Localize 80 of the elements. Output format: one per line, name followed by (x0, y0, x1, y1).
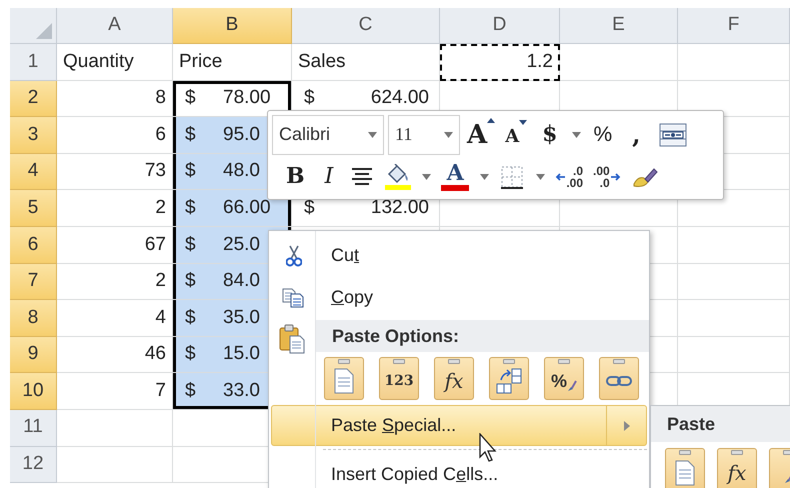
table-cell: 8 (57, 80, 173, 118)
column-header[interactable]: E (560, 8, 678, 44)
section-heading: Paste (651, 406, 790, 442)
column-header[interactable]: A (57, 8, 173, 44)
row-header[interactable]: 11 (10, 410, 57, 447)
triangle-icon (36, 23, 52, 39)
table-cell: 4 (57, 300, 173, 337)
document-icon (675, 460, 695, 486)
brush-icon (567, 380, 577, 392)
paste-option-button[interactable] (665, 448, 705, 488)
section-heading: Paste Options: (315, 320, 649, 352)
column-header[interactable]: C (292, 8, 440, 44)
clipboard-icon (279, 324, 305, 354)
scissors-icon (286, 244, 302, 266)
table-cell: 6 (57, 117, 173, 154)
table-cell: Price (173, 44, 292, 81)
row-header[interactable]: 1 (10, 44, 57, 81)
paste-option-button[interactable] (599, 356, 639, 400)
paste-option-button[interactable]: % (544, 356, 584, 400)
column-header[interactable]: B (173, 8, 292, 44)
percent-button[interactable]: % (587, 118, 618, 152)
copy-icon (282, 288, 306, 308)
caret-icon (536, 174, 545, 180)
table-cell: Quantity (57, 44, 173, 81)
caret-icon (368, 132, 377, 138)
mouse-pointer-icon (479, 433, 499, 463)
link-icon (606, 374, 632, 388)
currency-button[interactable]: $ (534, 118, 566, 152)
table-cell: 1.2 (440, 44, 560, 81)
triangle-down-icon (519, 120, 528, 125)
menu-item[interactable]: Insert Copied Cells... (271, 454, 647, 488)
row-header[interactable]: 6 (10, 226, 57, 264)
caret-icon (422, 174, 431, 180)
table-cell: Sales (292, 44, 440, 81)
table-cell: 67 (57, 226, 173, 264)
row-header[interactable]: 10 (10, 373, 57, 410)
caret-icon (480, 174, 489, 180)
document-icon (334, 368, 354, 394)
row-header[interactable]: 3 (10, 117, 57, 154)
paint-bucket-icon (386, 164, 410, 184)
decrease-decimal-button[interactable]: .00 .0 (591, 160, 623, 194)
comma-button[interactable]: , (622, 118, 651, 152)
transpose-icon (495, 367, 523, 395)
caret-icon (444, 132, 453, 138)
shrink-font-button[interactable]: A (502, 118, 530, 152)
font-size-field[interactable]: 11 (388, 114, 460, 155)
table-cell: $ 66.00 (173, 190, 292, 227)
row-header[interactable]: 12 (10, 446, 57, 484)
paste-option-button[interactable]: fx (434, 356, 474, 400)
row-header[interactable]: 9 (10, 336, 57, 374)
table-cell: 73 (57, 154, 173, 190)
arrow-right-icon (610, 172, 621, 181)
align-center-icon (351, 166, 374, 187)
triangle-up-icon (487, 118, 496, 123)
row-header[interactable]: 5 (10, 190, 57, 227)
table-cell: 7 (57, 373, 173, 410)
table-cell: $ 78.00 (173, 80, 292, 118)
submenu-arrow-icon (624, 420, 630, 430)
table-cell: 2 (57, 190, 173, 227)
table-cell: 46 (57, 336, 173, 374)
paste-option-button[interactable]: 123 (379, 356, 419, 400)
table-cell: 2 (57, 264, 173, 300)
paste-option-button[interactable]: fx (717, 448, 757, 488)
paste-option-button[interactable] (489, 356, 529, 400)
column-header[interactable]: D (440, 8, 560, 44)
grow-font-button[interactable]: A (464, 118, 498, 152)
arrow-left-icon (555, 172, 566, 181)
menu-item[interactable]: Paste Special... (271, 405, 647, 446)
merge-cells-icon (658, 122, 687, 147)
caret-icon (572, 132, 581, 138)
font-color-button[interactable]: A (439, 160, 472, 194)
font-name-field[interactable]: Calibri (272, 114, 384, 155)
row-header[interactable]: 8 (10, 300, 57, 337)
row-header[interactable]: 2 (10, 80, 57, 118)
row-header[interactable]: 4 (10, 154, 57, 190)
increase-decimal-button[interactable]: .0 .00 (553, 160, 585, 194)
column-header[interactable]: F (678, 8, 790, 44)
paste-option-button[interactable] (324, 356, 364, 400)
row-header[interactable]: 7 (10, 264, 57, 300)
borders-icon (500, 164, 524, 189)
